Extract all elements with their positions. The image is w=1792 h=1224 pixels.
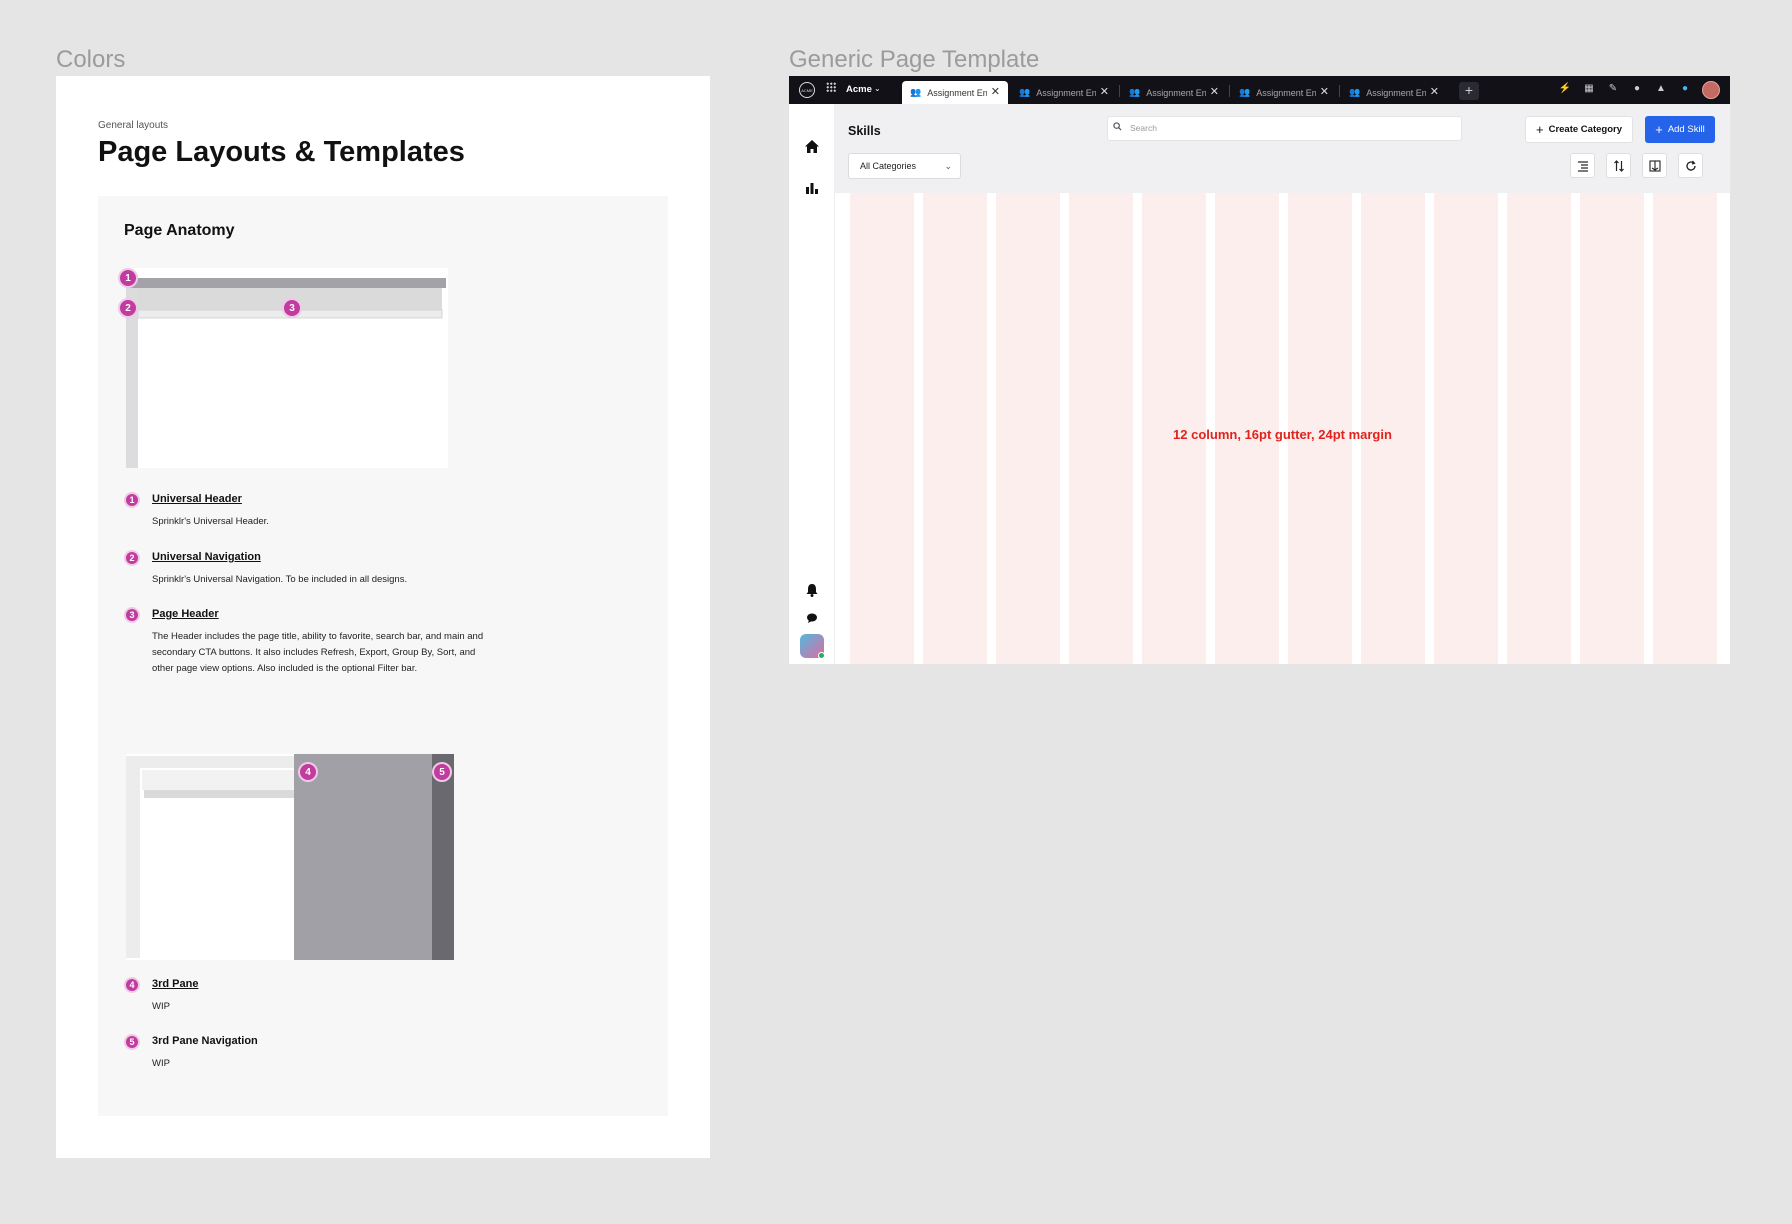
sort-icon [1613, 159, 1624, 172]
close-icon[interactable]: ✕ [1210, 85, 1219, 98]
item-body-3: The Header includes the page title, abil… [152, 631, 484, 674]
item-body-1: Sprinklr's Universal Header. [152, 516, 269, 527]
create-category-button[interactable]: + Create Category [1525, 116, 1633, 143]
add-skill-button[interactable]: + Add Skill [1645, 116, 1715, 143]
frame-label-template: Generic Page Template [789, 46, 1040, 73]
item-badge-4: 4 [124, 977, 140, 993]
badge-4: 4 [298, 762, 318, 782]
export-icon [1648, 159, 1661, 172]
users-icon: 👥 [910, 87, 922, 97]
group-by-icon [1577, 160, 1588, 172]
anatomy-panel: Page Anatomy 1 2 3 1 Universal Header Sp… [98, 196, 668, 1116]
frame-label-colors: Colors [56, 46, 126, 73]
home-icon[interactable] [803, 138, 821, 156]
group-by-button[interactable] [1570, 153, 1595, 178]
tab-divider [1229, 85, 1230, 97]
header-tab-2[interactable]: 👥 Assignment Engine ✕ [1011, 81, 1117, 104]
doc-title: Page Layouts & Templates [98, 136, 465, 168]
item-badge-5: 5 [124, 1034, 140, 1050]
add-skill-label: Add Skill [1667, 124, 1705, 135]
notifications-icon[interactable] [803, 581, 821, 599]
doc-page: General layouts Page Layouts & Templates… [56, 76, 710, 1158]
help-icon[interactable]: ● [1630, 83, 1644, 94]
close-icon[interactable]: ✕ [1100, 85, 1109, 98]
category-filter-select[interactable]: All Categories ⌄ [848, 153, 961, 179]
page-header: Skills Search + Create Category + Add Sk… [835, 104, 1730, 193]
plus-icon: + [1536, 122, 1544, 137]
item-title-3[interactable]: Page Header [152, 608, 219, 620]
item-title-1[interactable]: Universal Header [152, 493, 242, 505]
header-tab-5[interactable]: 👥 Assignment Engine ✕ [1341, 81, 1447, 104]
close-icon[interactable]: ✕ [1430, 85, 1439, 98]
tab-label: Assignment Engine [927, 87, 988, 98]
create-category-label: Create Category [1548, 124, 1622, 135]
users-icon: 👥 [1019, 87, 1031, 97]
refresh-button[interactable] [1678, 153, 1703, 178]
chat-icon[interactable]: ● [1678, 83, 1692, 94]
tab-label: Assignment Engine [1256, 87, 1317, 98]
analytics-icon[interactable] [803, 179, 821, 197]
bell-icon[interactable]: ▲ [1654, 83, 1668, 94]
anatomy-diagram-1-art [126, 268, 448, 468]
chevron-down-icon[interactable]: ⌄ [874, 84, 881, 93]
header-tab-1[interactable]: 👥 Assignment Engine ✕ [902, 81, 1008, 104]
plus-icon: + [1655, 122, 1663, 137]
tab-label: Assignment Engine [1366, 87, 1427, 98]
item-body-5: WIP [152, 1058, 170, 1069]
tab-divider [1119, 85, 1120, 97]
close-icon[interactable]: ✕ [1320, 85, 1329, 98]
panel-title: Page Anatomy [124, 222, 235, 239]
users-icon: 👥 [1349, 87, 1361, 97]
online-status-dot [818, 652, 825, 659]
badge-1: 1 [118, 268, 138, 288]
bolt-icon[interactable]: ⚡ [1558, 83, 1572, 94]
item-title-2[interactable]: Universal Navigation [152, 551, 261, 563]
app-launcher-icon[interactable] [826, 82, 836, 92]
generic-page-template: ACME Acme ⌄ 👥 Assignment Engine ✕ 👥 Assi… [789, 76, 1730, 664]
messages-icon[interactable] [803, 609, 821, 627]
content-grid: 12 column, 16pt gutter, 24pt margin [835, 193, 1730, 664]
pencil-icon[interactable]: ✎ [1606, 83, 1620, 94]
doc-eyebrow: General layouts [98, 120, 169, 131]
add-tab-button[interactable]: + [1459, 82, 1479, 100]
anatomy-diagram-1: 1 2 3 [118, 268, 448, 468]
item-badge-3: 3 [124, 607, 140, 623]
calendar-icon[interactable]: ▦ [1582, 83, 1596, 94]
users-icon: 👥 [1129, 87, 1141, 97]
item-badge-1: 1 [124, 492, 140, 508]
tab-label: Assignment Engine [1146, 87, 1207, 98]
user-avatar[interactable] [1702, 81, 1720, 99]
export-button[interactable] [1642, 153, 1667, 178]
universal-navigation [789, 104, 835, 664]
close-icon[interactable]: ✕ [991, 85, 1000, 98]
search-icon [1113, 122, 1122, 131]
users-icon: 👥 [1239, 87, 1251, 97]
item-title-4[interactable]: 3rd Pane [152, 978, 198, 990]
page-title: Skills [848, 124, 881, 138]
badge-3: 3 [282, 298, 302, 318]
badge-5: 5 [432, 762, 452, 782]
refresh-icon [1685, 160, 1696, 171]
tab-label: Assignment Engine [1036, 87, 1097, 98]
header-tab-4[interactable]: 👥 Assignment Engine ✕ [1231, 81, 1337, 104]
chevron-down-icon: ⌄ [944, 161, 952, 171]
anatomy-diagram-2: 4 5 [126, 754, 454, 960]
universal-header: ACME Acme ⌄ 👥 Assignment Engine ✕ 👥 Assi… [789, 76, 1730, 104]
item-title-5: 3rd Pane Navigation [152, 1035, 258, 1047]
item-body-2: Sprinklr's Universal Navigation. To be i… [152, 574, 408, 585]
search-input[interactable]: Search [1107, 116, 1462, 141]
item-body-4: WIP [152, 1001, 170, 1012]
badge-2: 2 [118, 298, 138, 318]
category-filter-value: All Categories [860, 161, 917, 171]
anatomy-diagram-2-art [126, 754, 454, 960]
grid-spec-note: 12 column, 16pt gutter, 24pt margin [1173, 427, 1392, 442]
workspace-switcher[interactable]: Acme [846, 84, 872, 95]
item-badge-2: 2 [124, 550, 140, 566]
acme-logo-icon[interactable]: ACME [799, 82, 815, 98]
tab-divider [1339, 85, 1340, 97]
header-tab-3[interactable]: 👥 Assignment Engine ✕ [1121, 81, 1227, 104]
sort-button[interactable] [1606, 153, 1631, 178]
